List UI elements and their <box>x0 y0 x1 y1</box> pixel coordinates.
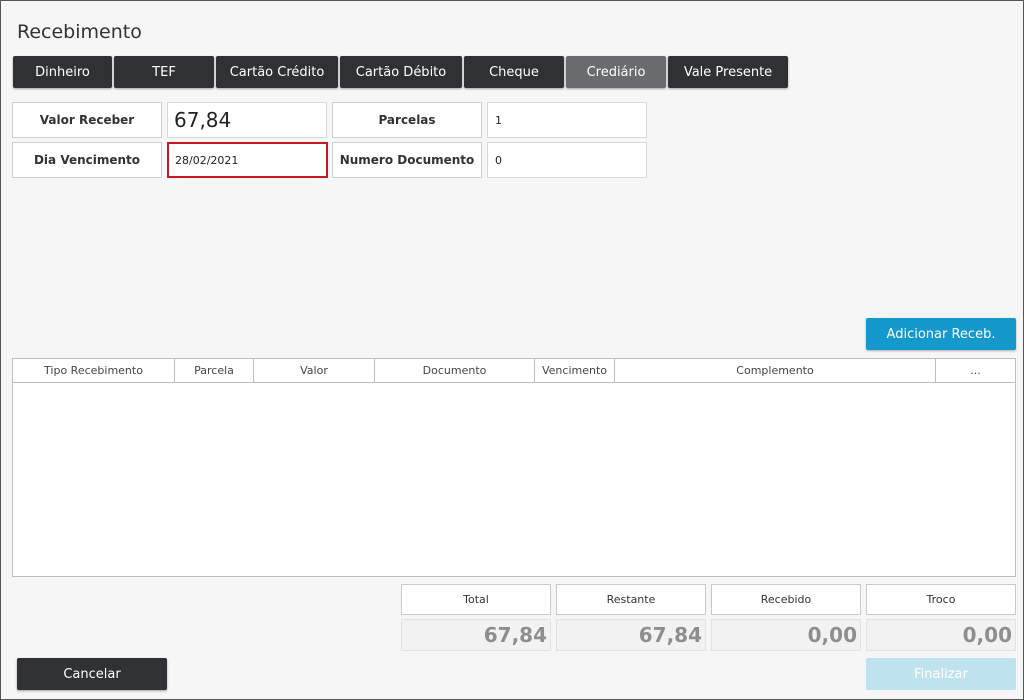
receipts-table: Tipo Recebimento Parcela Valor Documento… <box>12 358 1016 577</box>
troco-label: Troco <box>866 584 1016 615</box>
troco-value: 0,00 <box>866 619 1016 651</box>
finalizar-button[interactable]: Finalizar <box>866 658 1016 690</box>
column-header-valor[interactable]: Valor <box>254 359 375 382</box>
recebido-label: Recebido <box>711 584 861 615</box>
tab-dinheiro[interactable]: Dinheiro <box>13 56 112 88</box>
restante-label: Restante <box>556 584 706 615</box>
tab-cheque[interactable]: Cheque <box>464 56 564 88</box>
adicionar-receb-button[interactable]: Adicionar Receb. <box>866 318 1016 350</box>
window-title: Recebimento <box>17 21 142 43</box>
window-frame: Recebimento Dinheiro TEF Cartão Crédito … <box>0 0 1024 700</box>
table-header: Tipo Recebimento Parcela Valor Documento… <box>13 359 1015 383</box>
parcelas-label: Parcelas <box>332 102 482 138</box>
recebido-value: 0,00 <box>711 619 861 651</box>
column-header-parcela[interactable]: Parcela <box>175 359 254 382</box>
tab-vale-presente[interactable]: Vale Presente <box>668 56 788 88</box>
column-header-vencimento[interactable]: Vencimento <box>535 359 615 382</box>
tab-tef[interactable]: TEF <box>114 56 214 88</box>
column-header-more[interactable]: ... <box>936 359 1015 382</box>
total-label: Total <box>401 584 551 615</box>
dia-vencimento-label: Dia Vencimento <box>12 142 162 178</box>
tab-cartao-debito[interactable]: Cartão Débito <box>340 56 462 88</box>
tab-cartao-credito[interactable]: Cartão Crédito <box>216 56 338 88</box>
tab-crediario[interactable]: Crediário <box>566 56 666 88</box>
restante-value: 67,84 <box>556 619 706 651</box>
numero-documento-label: Numero Documento <box>332 142 482 178</box>
cancelar-button[interactable]: Cancelar <box>17 658 167 690</box>
valor-receber-input[interactable]: 67,84 <box>167 102 327 138</box>
column-header-complemento[interactable]: Complemento <box>615 359 936 382</box>
valor-receber-label: Valor Receber <box>12 102 162 138</box>
column-header-documento[interactable]: Documento <box>375 359 535 382</box>
total-value: 67,84 <box>401 619 551 651</box>
parcelas-input[interactable]: 1 <box>487 102 647 138</box>
column-header-tipo-recebimento[interactable]: Tipo Recebimento <box>13 359 175 382</box>
numero-documento-input[interactable]: 0 <box>487 142 647 178</box>
dia-vencimento-input[interactable]: 28/02/2021 <box>167 142 328 178</box>
